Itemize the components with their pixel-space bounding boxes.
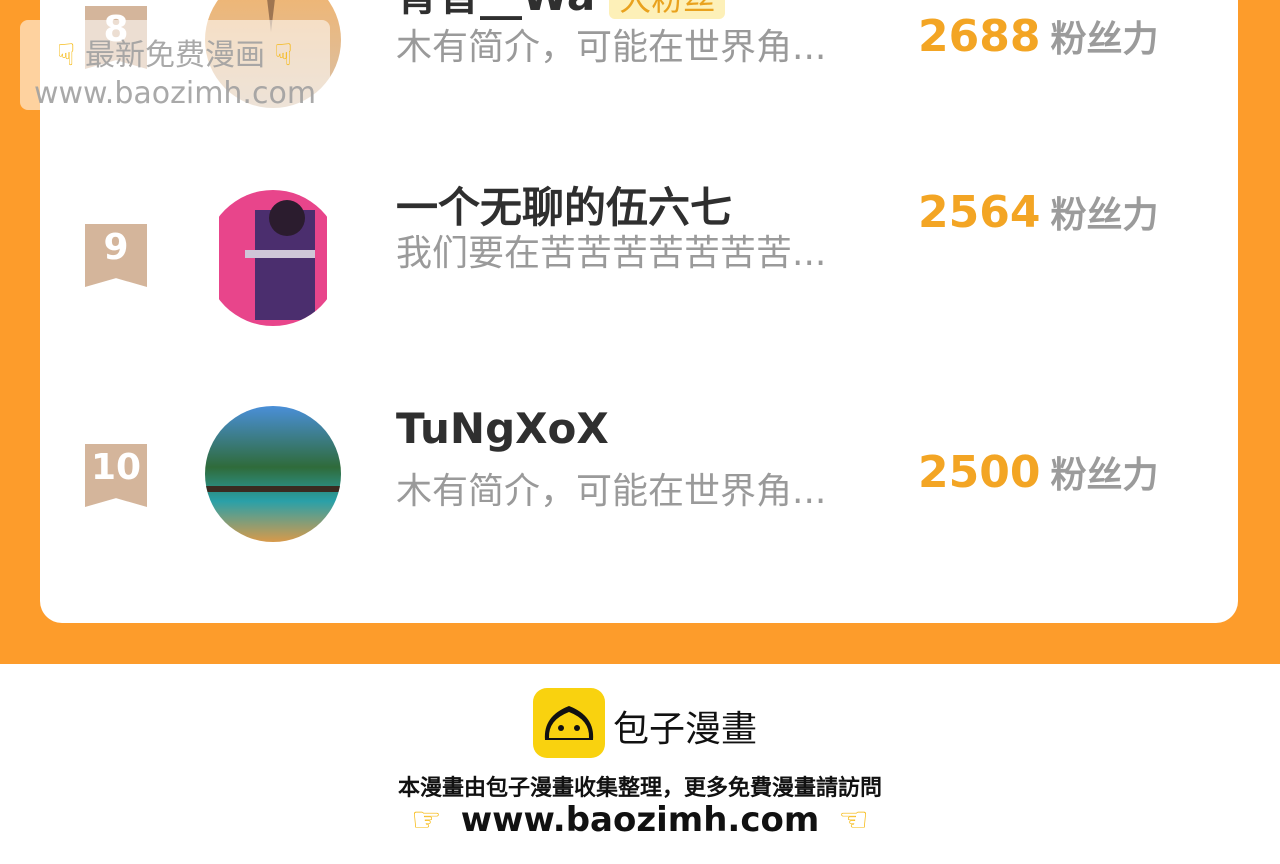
pointing-right-hand-icon: ☞	[411, 800, 442, 840]
user-bio: 木有简介，可能在世界角...	[396, 471, 827, 512]
baozi-logo-icon	[533, 688, 605, 758]
ranking-row[interactable]: 10 TuNgXoX 木有简介，可能在世界角... 2500 粉丝力	[40, 404, 1238, 546]
score-unit: 粉丝力	[1050, 195, 1159, 236]
pointing-left-hand-icon: ☜	[838, 800, 869, 840]
footer-url-link[interactable]: www.baozimh.com	[461, 800, 820, 840]
user-bio: 木有简介，可能在世界角...	[396, 27, 827, 68]
footer-brand: 包子漫畫	[613, 709, 758, 750]
footer-url-row: ☞ www.baozimh.com ☜	[0, 800, 1280, 840]
footer-note: 本漫畫由包子漫畫收集整理，更多免費漫畫請訪問	[397, 776, 882, 801]
score-value: 2688	[918, 11, 1041, 62]
score-value: 2564	[918, 187, 1041, 238]
user-name-text: 青香__Wa	[396, 0, 595, 20]
user-name[interactable]: TuNgXoX	[396, 404, 609, 453]
watermark-url: www.baozimh.com	[33, 76, 317, 111]
score-value: 2500	[918, 447, 1041, 498]
score: 2688 粉丝力	[918, 10, 1158, 62]
pointing-down-hand-icon: ☟	[274, 38, 293, 73]
watermark-title: ☟ 最新免费漫画 ☟	[57, 38, 293, 73]
avatar[interactable]	[205, 190, 341, 326]
avatar[interactable]	[205, 406, 341, 542]
user-bio: 我们要在苦苦苦苦苦苦苦...	[396, 233, 827, 274]
rank-flag: 10	[85, 444, 147, 507]
watermark: ☟ 最新免费漫画 ☟ www.baozimh.com	[20, 20, 330, 111]
rank-flag: 9	[85, 224, 147, 287]
ranking-row[interactable]: 9 一个无聊的伍六七 我们要在苦苦苦苦苦苦苦... 2564 粉丝力	[40, 183, 1238, 330]
pointing-down-hand-icon: ☟	[57, 38, 76, 73]
fan-badge: 大粉丝	[609, 0, 726, 19]
score: 2564 粉丝力	[918, 186, 1158, 238]
score: 2500 粉丝力	[918, 446, 1158, 498]
score-unit: 粉丝力	[1050, 455, 1159, 496]
score-unit: 粉丝力	[1050, 19, 1159, 60]
